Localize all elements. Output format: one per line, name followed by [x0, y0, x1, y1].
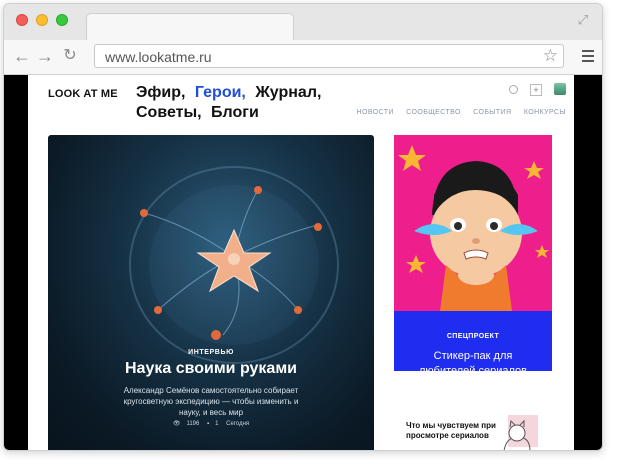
subnav-item-events[interactable]: СОБЫТИЯ [473, 109, 511, 116]
article-date: Сегодня [226, 421, 250, 427]
sub-nav: НОВОСТИ СООБЩЕСТВО СОБЫТИЯ КОНКУРСЫ [347, 109, 566, 116]
views-count: 1196 [186, 421, 200, 427]
browser-toolbar: ← → ↻ www.lookatme.ru ☆ [4, 40, 602, 75]
nav-item-sovety[interactable]: Советы, [136, 104, 202, 121]
browser-menu-icon[interactable] [582, 50, 594, 65]
article-kicker: ИНТЕРВЬЮ [188, 349, 234, 356]
comments-count: 1 [215, 421, 219, 427]
promo-label: СПЕЦПРОЕКТ [446, 333, 500, 340]
back-button[interactable]: ← [12, 45, 32, 67]
avatar[interactable] [554, 83, 566, 95]
address-bar[interactable]: www.lookatme.ru ☆ [94, 44, 564, 68]
nav-item-zhurnal[interactable]: Журнал, [255, 84, 321, 101]
bookmark-star-icon[interactable]: ☆ [543, 46, 558, 66]
main-nav: Эфир, Герои, Журнал, Советы, Блоги [136, 83, 336, 123]
nav-item-blogi[interactable]: Блоги [211, 104, 259, 121]
url-text: www.lookatme.ru [105, 49, 212, 65]
fullscreen-icon[interactable]: ⤢ [576, 13, 590, 27]
hero-article-card[interactable]: ИНТЕРВЬЮ Наука своими руками Александр С… [48, 135, 374, 450]
search-icon[interactable] [509, 85, 518, 94]
browser-window: ⤢ ← → ↻ www.lookatme.ru ☆ LOOK AT ME Эфи… [3, 3, 603, 451]
page-viewport: LOOK AT ME Эфир, Герои, Журнал, Советы, … [4, 75, 602, 450]
subnav-item-contests[interactable]: КОНКУРСЫ [524, 109, 566, 116]
add-icon[interactable]: + [530, 84, 542, 96]
site-logo[interactable]: LOOK AT ME [48, 88, 118, 100]
minimize-window-button[interactable] [36, 14, 48, 26]
subnav-item-community[interactable]: СООБЩЕСТВО [406, 109, 461, 116]
cat-illustration [503, 415, 538, 450]
nav-item-geroi[interactable]: Герои, [195, 84, 246, 101]
secondary-article-card[interactable]: Что мы чувствуем при просмотре сериалов [394, 411, 552, 450]
zoom-window-button[interactable] [56, 14, 68, 26]
subnav-item-news[interactable]: НОВОСТИ [357, 109, 394, 116]
promo-card[interactable]: СПЕЦПРОЕКТ Стикер-пак для любителей сери… [394, 135, 552, 371]
secondary-article-title[interactable]: Что мы чувствуем при просмотре сериалов [406, 421, 496, 441]
crying-boy-illustration [398, 145, 549, 311]
eye-icon: 👁 [172, 421, 181, 427]
comment-icon: ▪ [207, 421, 210, 427]
promo-title[interactable]: Стикер-пак для любителей сериалов [404, 349, 542, 371]
title-bar: ⤢ [4, 4, 602, 42]
forward-button[interactable]: → [35, 45, 55, 67]
article-title[interactable]: Наука своими руками [48, 360, 374, 378]
article-description: Александр Семёнов самостоятельно собирае… [123, 386, 299, 417]
web-page: LOOK AT ME Эфир, Герои, Журнал, Советы, … [28, 75, 574, 450]
close-window-button[interactable] [16, 14, 28, 26]
browser-tab[interactable] [86, 13, 294, 42]
reload-button[interactable]: ↻ [60, 45, 80, 67]
nav-item-efir[interactable]: Эфир, [136, 84, 185, 101]
article-meta: 👁 1196 ▪ 1 Сегодня [48, 420, 374, 427]
